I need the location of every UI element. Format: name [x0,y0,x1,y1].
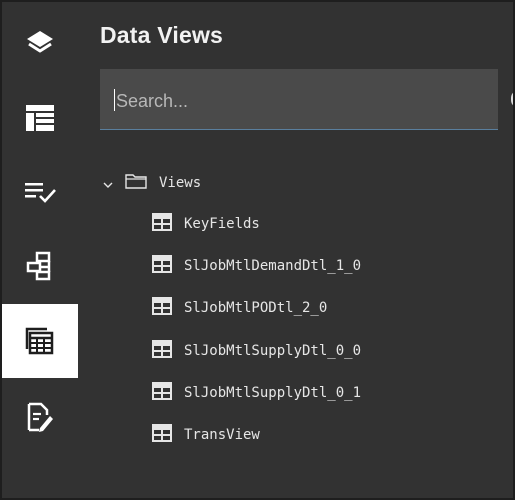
view-label: SlJobMtlSupplyDtl_0_0 [184,343,362,359]
list-item[interactable]: SlJobMtlPODtl_2_0 [152,296,327,320]
panel-title: Data Views [100,22,224,48]
list-item[interactable]: KeyFields [152,212,260,236]
rail-button-layout[interactable] [2,81,78,155]
rail-button-layers[interactable] [2,6,78,80]
document-edit-icon [26,402,54,432]
rail-button-hierarchy[interactable] [2,229,78,303]
list-item[interactable]: SlJobMtlSupplyDtl_0_1 [152,381,361,405]
list-item[interactable]: TransView [152,423,260,447]
view-label: KeyFields [184,216,260,232]
chevron-down-icon[interactable] [103,174,113,193]
data-views-panel: Data Views Views [78,2,513,498]
layout-icon [25,104,55,132]
list-item[interactable]: SlJobMtlDemandDtl_1_0 [152,254,361,278]
icon-rail [2,2,78,498]
view-label: SlJobMtlPODtl_2_0 [184,300,328,316]
data-views-icon [25,327,55,355]
layers-icon [25,29,55,57]
table-icon [152,382,172,404]
view-label: SlJobMtlSupplyDtl_0_1 [184,385,362,401]
rail-button-document-edit[interactable] [2,380,78,454]
tree-node-label: Views [159,175,202,191]
search-box[interactable] [100,69,498,130]
search-input[interactable] [114,83,488,119]
table-icon [152,255,172,277]
table-icon [152,424,172,446]
rail-button-data-views[interactable] [2,304,78,378]
checklist-icon [24,180,56,204]
app-frame: Data Views Views [0,0,515,500]
folder-icon [125,173,147,193]
rail-button-checklist[interactable] [2,155,78,229]
table-icon [152,340,172,362]
text-caret [114,89,115,111]
hierarchy-icon [25,251,55,281]
table-icon [152,297,172,319]
tree-node-views[interactable]: Views [103,170,201,196]
clipped-search-icon[interactable] [511,90,513,108]
table-icon [152,213,172,235]
view-label: TransView [184,427,260,443]
view-label: SlJobMtlDemandDtl_1_0 [184,258,362,274]
list-item[interactable]: SlJobMtlSupplyDtl_0_0 [152,339,361,363]
